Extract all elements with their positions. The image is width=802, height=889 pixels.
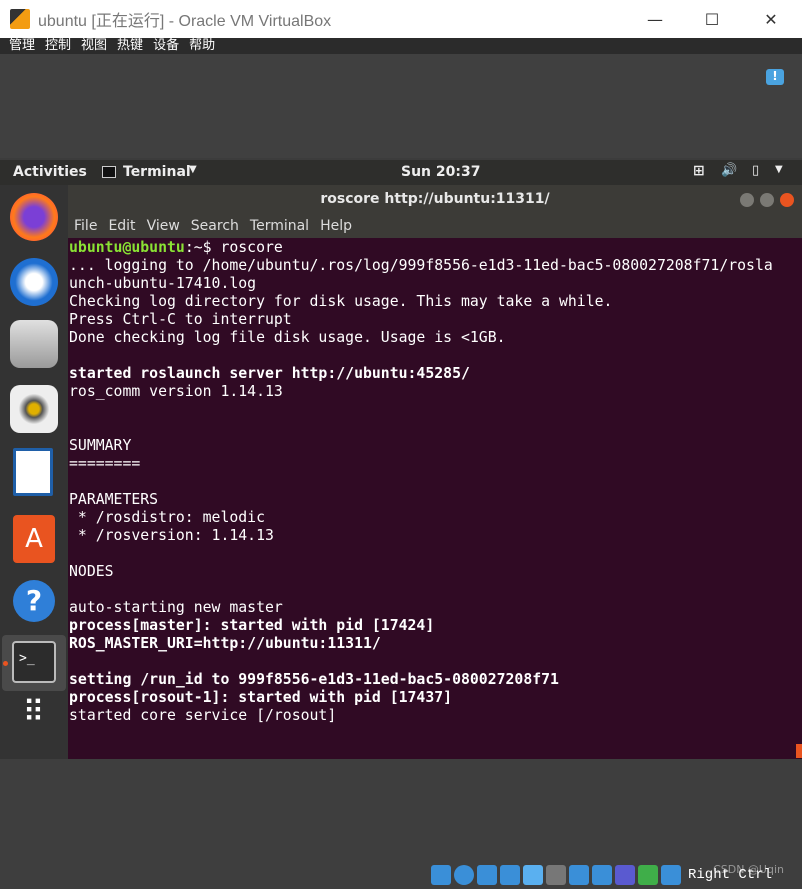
terminal-line: Press Ctrl-C to interrupt: [69, 311, 292, 328]
system-menu-chevron-icon[interactable]: ▼: [775, 164, 783, 175]
network-icon[interactable]: ⊞: [693, 163, 705, 179]
keyboard-capture-icon[interactable]: [660, 865, 681, 885]
terminal-app-icon: [102, 166, 116, 178]
show-apps-icon[interactable]: ⠿: [10, 698, 58, 753]
terminal-maximize-button[interactable]: [760, 193, 774, 207]
optical-drive-icon[interactable]: [453, 865, 474, 885]
recording-icon[interactable]: [591, 865, 612, 885]
terminal-title: roscore http://ubuntu:11311/: [320, 191, 550, 207]
files-icon[interactable]: [10, 320, 58, 368]
terminal-line: ========: [69, 455, 141, 472]
vm-status-area: Right Ctrl CSDN @Uqin: [0, 759, 802, 889]
terminal-line: setting /run_id to 999f8556-e1d3-11ed-ba…: [69, 671, 559, 688]
hard-disk-icon[interactable]: [430, 865, 451, 885]
firefox-icon[interactable]: [10, 193, 58, 241]
menu-view[interactable]: 视图: [81, 38, 107, 54]
terminal-line: * /rosdistro: melodic: [69, 509, 265, 526]
terminal-close-button[interactable]: [780, 193, 794, 207]
menu-terminal[interactable]: Terminal: [250, 213, 309, 238]
terminal-line: ros_comm version 1.14.13: [69, 383, 283, 400]
terminal-line: auto-starting new master: [69, 599, 283, 616]
menu-help[interactable]: 帮助: [189, 38, 215, 54]
virtualbox-icon: [10, 9, 30, 29]
volume-icon[interactable]: 🔊: [721, 163, 737, 178]
network-adapter-icon[interactable]: [499, 865, 520, 885]
terminal-line: Done checking log file disk usage. Usage…: [69, 329, 506, 346]
cpu-icon[interactable]: [614, 865, 635, 885]
running-indicator: [3, 661, 8, 666]
audio-icon[interactable]: [476, 865, 497, 885]
terminal-line: process[rosout-1]: started with pid [174…: [69, 689, 453, 706]
terminal-minimize-button[interactable]: [740, 193, 754, 207]
prompt-line: ubuntu@ubuntu:~$ roscore: [69, 239, 802, 257]
notification-icon[interactable]: !: [766, 69, 784, 85]
terminal-line: started core service [/rosout]: [69, 707, 337, 724]
terminal-line: unch-ubuntu-17410.log: [69, 275, 257, 292]
scrollbar-thumb[interactable]: [796, 744, 802, 758]
display-icon[interactable]: [568, 865, 589, 885]
prompt-command: :~$ roscore: [184, 239, 283, 256]
watermark: CSDN @Uqin: [713, 863, 784, 876]
terminal-icon[interactable]: >_: [12, 641, 56, 683]
terminal-line: SUMMARY: [69, 437, 132, 454]
terminal-line: process[master]: started with pid [17424…: [69, 617, 435, 634]
shared-folder-icon[interactable]: [545, 865, 566, 885]
terminal-titlebar: roscore http://ubuntu:11311/: [68, 185, 802, 213]
chevron-down-icon: ▼: [189, 164, 197, 175]
menu-search[interactable]: Search: [191, 213, 239, 238]
prompt-user: ubuntu@ubuntu: [69, 239, 185, 256]
vbox-titlebar: ubuntu [正在运行] - Oracle VM VirtualBox — ☐…: [0, 0, 802, 38]
thunderbird-icon[interactable]: [10, 258, 58, 306]
close-button[interactable]: ✕: [748, 0, 794, 38]
gnome-topbar: Activities Terminal ▼ Sun 20:37 ⊞ 🔊 ▯ ▼: [0, 160, 802, 185]
mouse-integration-icon[interactable]: [637, 865, 658, 885]
menu-file[interactable]: File: [74, 213, 97, 238]
help-icon[interactable]: ?: [13, 580, 55, 622]
app-menu-button[interactable]: Terminal: [123, 164, 191, 180]
maximize-button[interactable]: ☐: [689, 0, 735, 38]
menu-view[interactable]: View: [147, 213, 180, 238]
terminal-line: * /rosversion: 1.14.13: [69, 527, 274, 544]
menu-manage[interactable]: 管理: [9, 38, 35, 54]
dock: A ? >_ ⠿: [0, 185, 68, 759]
menu-help[interactable]: Help: [320, 213, 352, 238]
terminal-line: Checking log directory for disk usage. T…: [69, 293, 613, 310]
terminal-menubar: File Edit View Search Terminal Help: [68, 213, 802, 238]
battery-icon[interactable]: ▯: [752, 163, 759, 178]
libreoffice-writer-icon[interactable]: [13, 448, 53, 496]
usb-icon[interactable]: [522, 865, 543, 885]
terminal-line: PARAMETERS: [69, 491, 159, 508]
terminal-line: ROS_MASTER_URI=http://ubuntu:11311/: [69, 635, 381, 652]
minimize-button[interactable]: —: [632, 0, 678, 38]
software-icon[interactable]: A: [13, 515, 55, 563]
menu-edit[interactable]: Edit: [108, 213, 135, 238]
terminal-line: started roslaunch server http://ubuntu:4…: [69, 365, 470, 382]
terminal-output[interactable]: ubuntu@ubuntu:~$ roscore ... logging to …: [68, 238, 802, 759]
activities-button[interactable]: Activities: [13, 164, 87, 180]
rhythmbox-icon[interactable]: [10, 385, 58, 433]
terminal-line: ... logging to /home/ubuntu/.ros/log/999…: [69, 257, 773, 274]
window-title: ubuntu [正在运行] - Oracle VM VirtualBox: [38, 13, 332, 30]
clock[interactable]: Sun 20:37: [401, 164, 480, 180]
terminal-line: NODES: [69, 563, 114, 580]
vm-statusbar: Right Ctrl CSDN @Uqin: [430, 861, 802, 889]
vm-toolbar-area: !: [0, 54, 802, 158]
menu-hotkeys[interactable]: 热键: [117, 38, 143, 54]
vm-menubar: 管理 控制 视图 热键 设备 帮助: [0, 38, 802, 54]
menu-devices[interactable]: 设备: [153, 38, 179, 54]
menu-control[interactable]: 控制: [45, 38, 71, 54]
